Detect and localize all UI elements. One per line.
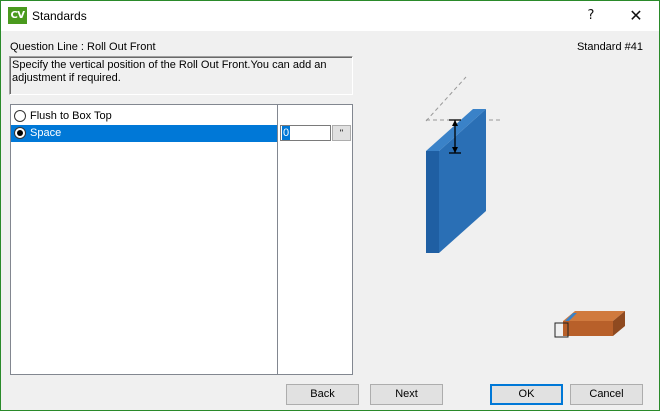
standard-number-label: Standard #41 — [576, 41, 643, 53]
option-label: Flush to Box Top — [30, 110, 112, 122]
option-label: Space — [30, 127, 62, 139]
column-divider — [277, 105, 278, 374]
value-text: 0 — [282, 126, 291, 140]
ok-button[interactable]: OK — [490, 384, 563, 405]
roll-out-front-preview-image — [425, 76, 501, 253]
space-value-input[interactable]: 0 — [280, 125, 331, 141]
standards-dialog: CV Standards ? ✕ Question Line : Roll Ou… — [0, 0, 660, 411]
option-flush-to-box-top[interactable]: Flush to Box Top — [11, 108, 277, 125]
close-button[interactable]: ✕ — [613, 1, 659, 31]
drawer-box-thumbnail — [554, 311, 625, 338]
radio-button-selected[interactable] — [14, 127, 26, 139]
question-line-label: Question Line : Roll Out Front — [10, 41, 156, 53]
help-button[interactable]: ? — [568, 1, 614, 31]
unit-button[interactable]: " — [332, 125, 351, 141]
description-box: Specify the vertical position of the Rol… — [9, 56, 353, 95]
window-title: Standards — [32, 9, 87, 23]
next-button[interactable]: Next — [370, 384, 443, 405]
title-bar: CV Standards ? ✕ — [1, 1, 659, 31]
panel-front-face — [439, 109, 486, 253]
cancel-button[interactable]: Cancel — [570, 384, 643, 405]
arrow-up-icon — [452, 120, 458, 126]
option-space[interactable]: Space — [11, 125, 277, 142]
app-logo-icon: CV — [8, 7, 27, 24]
options-panel: Flush to Box Top Space 0 " — [10, 104, 353, 375]
back-button[interactable]: Back — [286, 384, 359, 405]
box-front-face — [563, 321, 613, 336]
radio-button[interactable] — [14, 110, 26, 122]
panel-side-face — [426, 151, 439, 253]
guide-line-diagonal — [425, 76, 467, 122]
